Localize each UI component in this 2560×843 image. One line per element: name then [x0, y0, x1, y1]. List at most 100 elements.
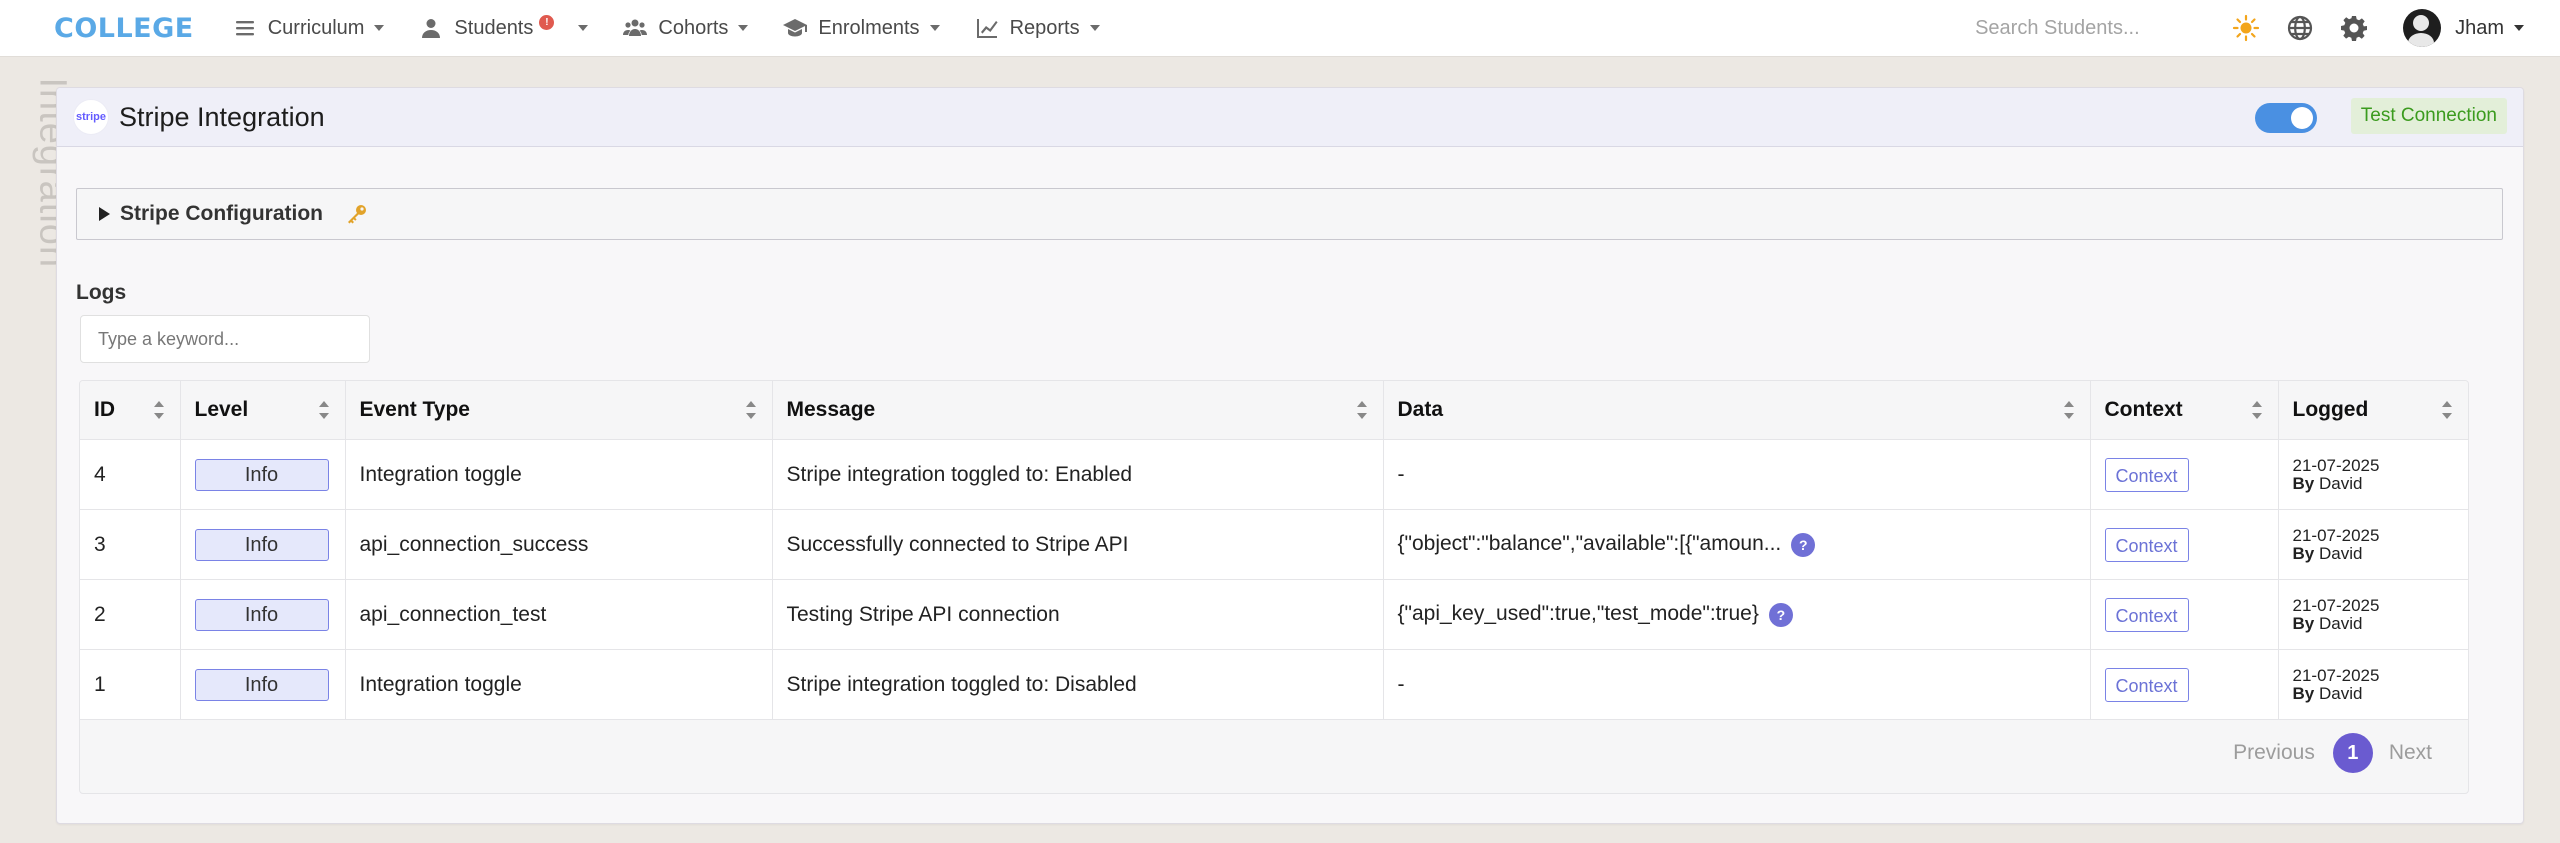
- cell-message: Successfully connected to Stripe API: [772, 509, 1384, 580]
- logged-date: 21-07-2025: [2292, 525, 2380, 545]
- question-icon[interactable]: ?: [1768, 602, 1793, 627]
- brand-logo[interactable]: COLLEGE: [54, 13, 194, 44]
- col-header-context[interactable]: Context: [2090, 381, 2279, 440]
- sort-icon: [1356, 401, 1367, 419]
- cell-level: Info: [180, 649, 346, 720]
- nav-cohorts-label: Cohorts: [658, 16, 729, 39]
- globe-icon[interactable]: [2283, 11, 2317, 45]
- line-chart-icon: [974, 15, 1000, 41]
- cell-event: api_connection_success: [345, 509, 773, 580]
- cell-context: Context: [2090, 649, 2279, 720]
- col-header-message[interactable]: Message: [772, 381, 1384, 440]
- previous-page-button[interactable]: Previous: [2233, 741, 2315, 765]
- next-page-button[interactable]: Next: [2389, 741, 2432, 765]
- table-row: 2 Info api_connection_test Testing Strip…: [80, 579, 2468, 650]
- nav-curriculum[interactable]: Curriculum: [232, 15, 385, 41]
- logged-by: By: [2292, 613, 2315, 633]
- cell-level: Info: [180, 579, 346, 650]
- logs-table-container: ID Level Event Type Message Data Context…: [79, 380, 2469, 794]
- cell-logged: 21-07-2025 By David: [2278, 439, 2468, 510]
- col-header-label: Data: [1397, 398, 1444, 421]
- cell-logged: 21-07-2025 By David: [2278, 649, 2468, 720]
- nav-enrolments[interactable]: Enrolments: [782, 15, 940, 41]
- logged-user: David: [2318, 613, 2363, 633]
- chevron-down-icon: [374, 25, 385, 31]
- logged-by: By: [2292, 683, 2315, 703]
- context-button[interactable]: Context: [2104, 527, 2189, 562]
- sort-icon: [2251, 401, 2262, 419]
- cell-level: Info: [180, 439, 346, 510]
- logged-user: David: [2318, 543, 2363, 563]
- logs-heading: Logs: [76, 281, 127, 304]
- avatar: [2403, 9, 2442, 47]
- question-icon[interactable]: ?: [1791, 532, 1816, 557]
- col-header-label: ID: [94, 398, 115, 421]
- col-header-label: Event Type: [359, 398, 470, 421]
- cell-event: Integration toggle: [345, 439, 773, 510]
- nav-cohorts[interactable]: Cohorts: [622, 15, 749, 41]
- col-header-level[interactable]: Level: [180, 381, 346, 440]
- page-1-button[interactable]: 1: [2332, 733, 2373, 773]
- cell-id: 2: [80, 579, 181, 650]
- cell-message: Testing Stripe API connection: [772, 579, 1384, 650]
- user-icon: [418, 15, 444, 41]
- level-badge: Info: [194, 598, 329, 631]
- top-navbar: COLLEGE Curriculum Students ! Cohorts En…: [0, 0, 2560, 57]
- col-header-event-type[interactable]: Event Type: [345, 381, 773, 440]
- nav-right: Jham: [1973, 0, 2560, 56]
- col-header-label: Logged: [2292, 398, 2369, 421]
- cell-logged: 21-07-2025 By David: [2278, 579, 2468, 650]
- users-icon: [622, 15, 648, 41]
- test-connection-button[interactable]: Test Connection: [2350, 98, 2507, 134]
- logs-table: ID Level Event Type Message Data Context…: [80, 381, 2468, 720]
- context-button[interactable]: Context: [2104, 457, 2189, 492]
- cell-level: Info: [180, 509, 346, 580]
- level-badge: Info: [194, 528, 329, 561]
- chevron-down-icon[interactable]: [578, 25, 589, 31]
- user-name: Jham: [2455, 16, 2504, 39]
- sort-icon: [153, 401, 164, 419]
- caret-right-icon: [99, 207, 110, 221]
- cell-data: -: [1383, 649, 2091, 720]
- chevron-down-icon: [2514, 25, 2524, 31]
- card-header: stripe Stripe Integration Test Connectio…: [57, 88, 2523, 147]
- level-badge: Info: [194, 668, 329, 701]
- cell-context: Context: [2090, 439, 2279, 510]
- cell-event: api_connection_test: [345, 579, 773, 650]
- col-header-logged[interactable]: Logged: [2278, 381, 2468, 440]
- context-button[interactable]: Context: [2104, 597, 2189, 632]
- key-icon: [345, 202, 369, 226]
- col-header-label: Message: [786, 398, 876, 421]
- sort-icon: [2442, 401, 2452, 419]
- stripe-configuration-toggle[interactable]: Stripe Configuration: [76, 188, 2503, 240]
- user-menu[interactable]: Jham: [2403, 9, 2524, 47]
- cell-id: 1: [80, 649, 181, 720]
- table-row: 4 Info Integration toggle Stripe integra…: [80, 439, 2468, 510]
- cell-message: Stripe integration toggled to: Disabled: [772, 649, 1384, 720]
- cell-logged: 21-07-2025 By David: [2278, 509, 2468, 580]
- cell-data: {"object":"balance","available":[{"amoun…: [1383, 509, 2091, 580]
- integration-toggle[interactable]: [2255, 103, 2317, 133]
- sun-icon[interactable]: [2229, 11, 2263, 45]
- notification-badge: !: [539, 14, 555, 30]
- nav-reports-label: Reports: [1009, 16, 1080, 39]
- table-header-row: ID Level Event Type Message Data Context…: [80, 381, 2468, 440]
- cell-message: Stripe integration toggled to: Enabled: [772, 439, 1384, 510]
- col-header-data[interactable]: Data: [1383, 381, 2091, 440]
- integration-card: stripe Stripe Integration Test Connectio…: [56, 87, 2524, 824]
- data-text: -: [1397, 672, 1405, 696]
- context-button[interactable]: Context: [2104, 667, 2189, 702]
- nav-students[interactable]: Students !: [418, 14, 589, 41]
- gear-icon[interactable]: [2337, 11, 2371, 45]
- logs-search-input[interactable]: [80, 315, 370, 363]
- cell-context: Context: [2090, 509, 2279, 580]
- cell-event: Integration toggle: [345, 649, 773, 720]
- col-header-id[interactable]: ID: [80, 381, 181, 440]
- student-search-input[interactable]: [1973, 10, 2198, 46]
- cell-data: {"api_key_used":true,"test_mode":true}?: [1383, 579, 2091, 650]
- logged-date: 21-07-2025: [2292, 595, 2380, 615]
- logged-date: 21-07-2025: [2292, 665, 2380, 685]
- stripe-logo: stripe: [73, 99, 109, 135]
- nav-reports[interactable]: Reports: [974, 15, 1100, 41]
- main-nav: Curriculum Students ! Cohorts Enrolments: [232, 14, 1134, 41]
